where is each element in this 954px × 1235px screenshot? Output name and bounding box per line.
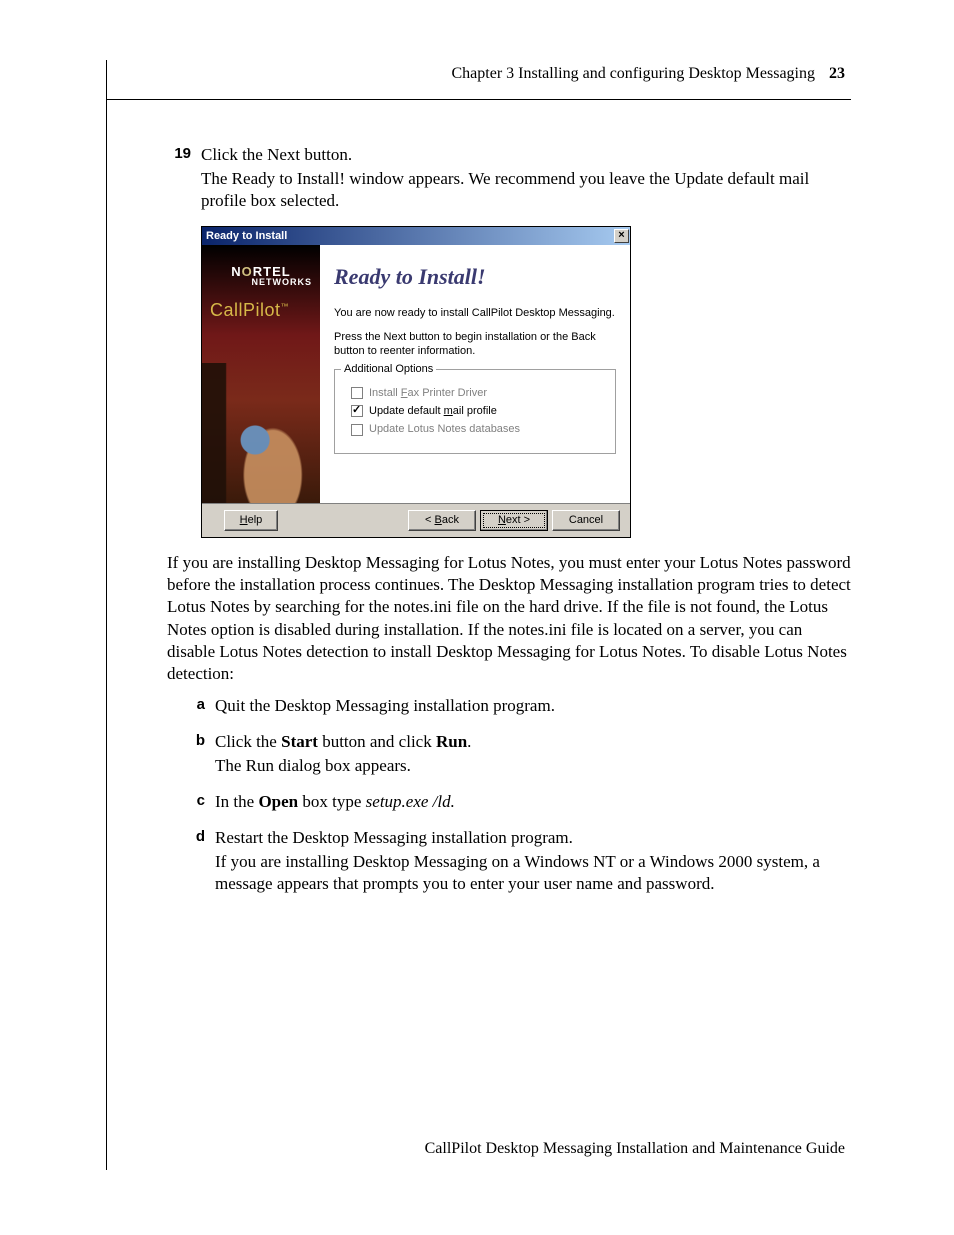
substep-letter: b xyxy=(181,731,215,779)
dialog-side-graphic: NORTEL NETWORKS CallPilot™ xyxy=(202,245,320,503)
substep-a: a Quit the Desktop Messaging installatio… xyxy=(167,695,851,719)
networks-subtext: NETWORKS xyxy=(210,277,312,289)
dialog-titlebar: Ready to Install × xyxy=(202,227,630,245)
step-number: 19 xyxy=(167,144,201,214)
step-line-1: Click the Next button. xyxy=(201,144,851,166)
page: Chapter 3 Installing and configuring Des… xyxy=(106,60,851,1170)
option-install-fax-driver: Install Fax Printer Driver xyxy=(351,386,599,400)
paragraph-lotus-notes: If you are installing Desktop Messaging … xyxy=(167,552,851,685)
step-19: 19 Click the Next button. The Ready to I… xyxy=(167,144,851,214)
next-button[interactable]: Next > xyxy=(480,510,548,531)
footer-text: CallPilot Desktop Messaging Installation… xyxy=(425,1140,845,1158)
page-body: 19 Click the Next button. The Ready to I… xyxy=(107,100,851,898)
close-button[interactable]: × xyxy=(614,229,629,243)
substeps: a Quit the Desktop Messaging installatio… xyxy=(167,695,851,898)
additional-options-group: Additional Options Install Fax Printer D… xyxy=(334,369,616,454)
dialog-title: Ready to Install xyxy=(206,229,287,243)
groupbox-legend: Additional Options xyxy=(341,362,436,376)
substep-d: d Restart the Desktop Messaging installa… xyxy=(167,827,851,897)
dialog-button-bar: Help < Back Next > Cancel xyxy=(202,503,630,537)
dialog-content: NORTEL NETWORKS CallPilot™ Ready to Inst… xyxy=(202,245,630,503)
checkbox-icon xyxy=(351,387,363,399)
help-button[interactable]: Help xyxy=(224,510,278,531)
substep-c: c In the Open box type setup.exe /ld. xyxy=(167,791,851,815)
step-body: Click the Next button. The Ready to Inst… xyxy=(201,144,851,214)
dialog-heading: Ready to Install! xyxy=(334,263,616,292)
substep-letter: a xyxy=(181,695,215,719)
chapter-title: Chapter 3 Installing and configuring Des… xyxy=(452,65,816,82)
substep-b: b Click the Start button and click Run. … xyxy=(167,731,851,779)
substep-letter: c xyxy=(181,791,215,815)
option-update-lotus-notes: Update Lotus Notes databases xyxy=(351,422,599,436)
back-button[interactable]: < Back xyxy=(408,510,476,531)
running-header: Chapter 3 Installing and configuring Des… xyxy=(107,60,851,100)
cancel-button[interactable]: Cancel xyxy=(552,510,620,531)
checkbox-checked-icon[interactable] xyxy=(351,405,363,417)
page-number: 23 xyxy=(829,65,845,82)
callpilot-logo: CallPilot™ xyxy=(210,299,312,322)
dialog-text-1: You are now ready to install CallPilot D… xyxy=(334,306,616,320)
side-image xyxy=(202,363,320,503)
checkbox-icon xyxy=(351,424,363,436)
substep-letter: d xyxy=(181,827,215,897)
dialog-text-2: Press the Next button to begin installat… xyxy=(334,330,616,359)
ready-to-install-dialog: Ready to Install × NORTEL NETWORKS CallP… xyxy=(201,226,631,538)
step-line-2: The Ready to Install! window appears. We… xyxy=(201,168,851,212)
dialog-main-panel: Ready to Install! You are now ready to i… xyxy=(320,245,630,503)
option-update-mail-profile[interactable]: Update default mail profile xyxy=(351,404,599,418)
